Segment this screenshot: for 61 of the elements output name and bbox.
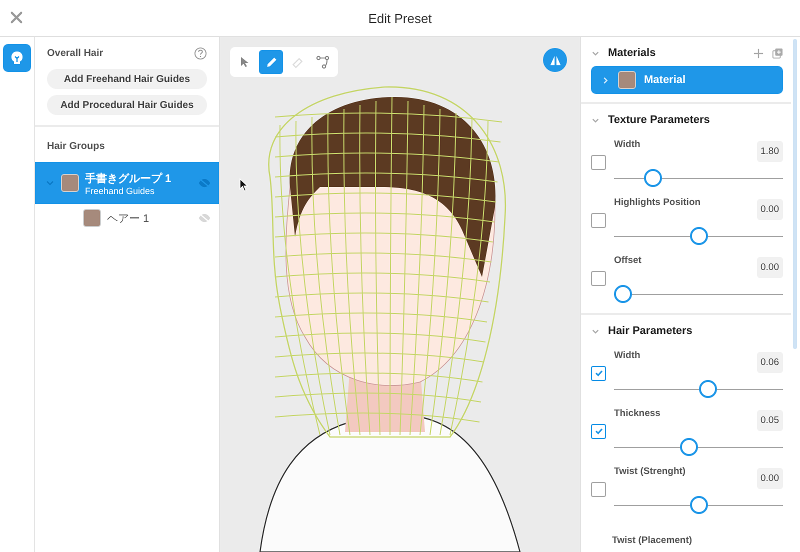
slider-thumb[interactable] — [698, 380, 717, 398]
eraser-icon — [290, 56, 304, 68]
slider[interactable] — [614, 169, 783, 187]
chevron-icon[interactable] — [601, 76, 610, 84]
add-guides-button[interactable]: Add Procedural Hair Guides — [47, 95, 207, 115]
checkbox[interactable] — [591, 154, 606, 170]
material-name: Material — [644, 74, 686, 86]
mirror-icon — [548, 54, 562, 66]
slider-thumb[interactable] — [680, 438, 698, 456]
parameter-label: Twist (Strenght) — [614, 466, 686, 477]
parameter-label: Thickness — [614, 408, 660, 419]
slider[interactable] — [614, 438, 783, 456]
slider[interactable] — [614, 380, 783, 398]
value-field[interactable]: 0.00 — [756, 199, 783, 220]
slider[interactable] — [614, 496, 783, 514]
close-icon[interactable] — [10, 11, 23, 24]
pointer-icon — [239, 56, 251, 68]
group-name: 手書きグループ 1 — [85, 172, 172, 186]
slider[interactable] — [614, 285, 783, 303]
value-field[interactable]: 0.00 — [756, 257, 783, 278]
checkbox[interactable] — [591, 366, 606, 380]
duplicate-icon[interactable] — [772, 48, 783, 58]
window-title: Edit Preset — [368, 10, 432, 26]
help-icon[interactable] — [194, 47, 207, 60]
section-title: Texture Parameters — [608, 114, 711, 126]
pen-tool-button[interactable] — [259, 50, 283, 74]
slider-thumb[interactable] — [690, 496, 708, 514]
check-icon — [594, 426, 604, 436]
parameter-label: Twist (Placement) — [612, 535, 692, 546]
checkbox[interactable] — [591, 212, 606, 228]
add-guides-button[interactable]: Add Freehand Hair Guides — [47, 69, 207, 89]
hair-item[interactable]: ヘアー 1 — [35, 204, 219, 232]
hair-icon — [9, 50, 25, 66]
plus-icon[interactable] — [753, 48, 764, 58]
slider[interactable] — [614, 227, 783, 245]
check-icon — [594, 368, 604, 378]
parameter-label: Width — [614, 350, 640, 361]
mirror-button[interactable] — [543, 48, 567, 72]
parameter-label: Width — [614, 139, 640, 150]
section-title: Overall Hair — [47, 48, 104, 59]
value-field[interactable]: 1.80 — [756, 141, 783, 162]
checkbox[interactable] — [591, 482, 606, 496]
slider-thumb[interactable] — [614, 285, 632, 303]
parameter-label: Highlights Position — [614, 197, 701, 208]
value-field[interactable]: 0.06 — [756, 352, 783, 373]
group-subtitle: Freehand Guides — [85, 186, 156, 196]
pencil-icon — [264, 56, 278, 68]
path-nodes-icon — [316, 55, 330, 69]
hair-tool-button[interactable] — [3, 44, 31, 72]
parameter-label: Offset — [614, 255, 642, 266]
checkbox[interactable] — [591, 270, 606, 286]
slider-thumb[interactable] — [644, 169, 662, 187]
section-title: Hair Groups — [46, 140, 106, 154]
section-title: Hair Parameters — [608, 325, 694, 337]
hair-name: ヘアー 1 — [107, 212, 150, 226]
cursor-icon — [239, 178, 249, 192]
checkbox[interactable] — [591, 424, 606, 438]
section-title: Materials — [608, 47, 657, 59]
value-field[interactable]: 0.00 — [756, 468, 783, 489]
slider-thumb[interactable] — [690, 227, 708, 245]
value-field[interactable]: 0.05 — [756, 410, 783, 431]
